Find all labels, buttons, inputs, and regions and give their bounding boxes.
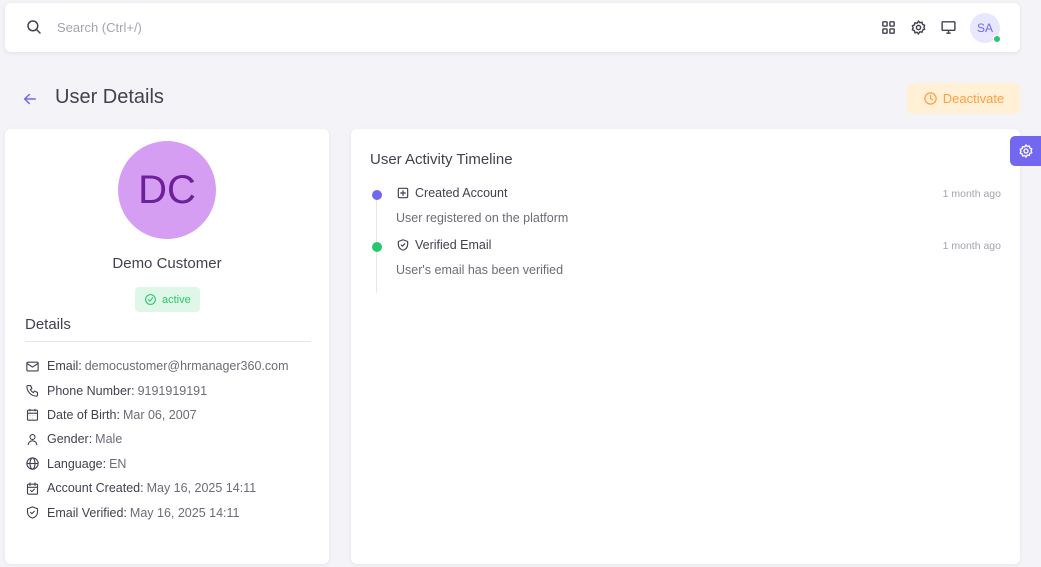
avatar-initials: SA [976, 21, 993, 35]
page-title: User Details [55, 86, 164, 108]
details-heading: Details [25, 316, 71, 333]
detail-phone: Phone Number: 9191919191 [25, 378, 289, 402]
detail-value: Mar 06, 2007 [122, 407, 197, 422]
search-input[interactable] [57, 15, 457, 39]
timeline-item-header: Verified Email [396, 238, 491, 252]
detail-gender: Gender: Male [25, 427, 289, 451]
status-badge: active [135, 287, 200, 312]
deactivate-label: Deactivate [942, 91, 1005, 106]
detail-label: Phone Number: [47, 383, 135, 398]
profile-initials: DC [138, 167, 196, 212]
detail-value: May 16, 2025 14:11 [129, 505, 240, 520]
search-icon[interactable] [25, 18, 43, 36]
top-navbar: SA [5, 3, 1020, 52]
customizer-button[interactable] [1010, 136, 1041, 166]
detail-value: democustomer@hrmanager360.com [84, 359, 289, 374]
monitor-icon[interactable] [940, 19, 957, 36]
shield-check-icon [26, 506, 39, 519]
timeline-item-description: User registered on the platform [396, 211, 569, 225]
detail-label: Language: [47, 456, 107, 471]
detail-label: Gender: [47, 432, 93, 447]
square-plus-icon [397, 187, 409, 199]
detail-value: Male [95, 432, 123, 447]
profile-card: DC Demo Customer active Details Email: d… [5, 129, 329, 564]
gear-icon[interactable] [910, 19, 927, 36]
detail-label: Email Verified: [47, 505, 127, 520]
phone-icon [26, 385, 39, 397]
timeline-title: User Activity Timeline [370, 151, 513, 168]
back-arrow-icon[interactable] [21, 90, 39, 108]
timeline-dot [372, 242, 382, 252]
detail-date-of-birth: Date of Birth: Mar 06, 2007 [25, 403, 289, 427]
timeline-item-title: Verified Email [415, 238, 492, 252]
calendar-check-icon [26, 481, 39, 495]
detail-value: EN [109, 456, 127, 471]
detail-label: Date of Birth: [47, 407, 120, 422]
clock-icon [924, 92, 937, 105]
calendar-icon [26, 409, 39, 422]
detail-label: Account Created: [47, 481, 144, 496]
timeline-item-time: 1 month ago [942, 188, 1001, 200]
status-label: active [162, 293, 191, 306]
activity-timeline-card: User Activity Timeline Created Account 1… [351, 129, 1020, 564]
details-list: Email: democustomer@hrmanager360.com Pho… [25, 354, 289, 525]
globe-icon [26, 457, 39, 470]
gear-icon [1018, 143, 1033, 159]
user-avatar[interactable]: SA [970, 13, 1001, 43]
profile-avatar: DC [118, 141, 216, 239]
check-circle-icon [145, 294, 156, 305]
user-icon [27, 433, 38, 446]
detail-value: 9191919191 [137, 383, 208, 398]
online-status-dot [993, 35, 1001, 43]
detail-label: Email: [47, 359, 82, 374]
user-name: Demo Customer [112, 255, 222, 272]
timeline-dot [372, 190, 382, 200]
deactivate-button[interactable]: Deactivate [907, 83, 1020, 114]
shield-check-icon [397, 239, 409, 251]
apps-grid-icon[interactable] [880, 19, 897, 36]
detail-email-verified: Email Verified: May 16, 2025 14:11 [25, 500, 289, 524]
timeline-item-time: 1 month ago [942, 240, 1001, 252]
timeline-item-title: Created Account [415, 186, 508, 200]
timeline-item-description: User's email has been verified [396, 263, 564, 277]
detail-account-created: Account Created: May 16, 2025 14:11 [25, 476, 289, 500]
divider [25, 341, 311, 342]
detail-value: May 16, 2025 14:11 [146, 481, 257, 496]
detail-email: Email: democustomer@hrmanager360.com [25, 354, 289, 378]
detail-language: Language: EN [25, 452, 289, 476]
mail-icon [26, 361, 39, 372]
timeline-item-header: Created Account [396, 186, 507, 200]
